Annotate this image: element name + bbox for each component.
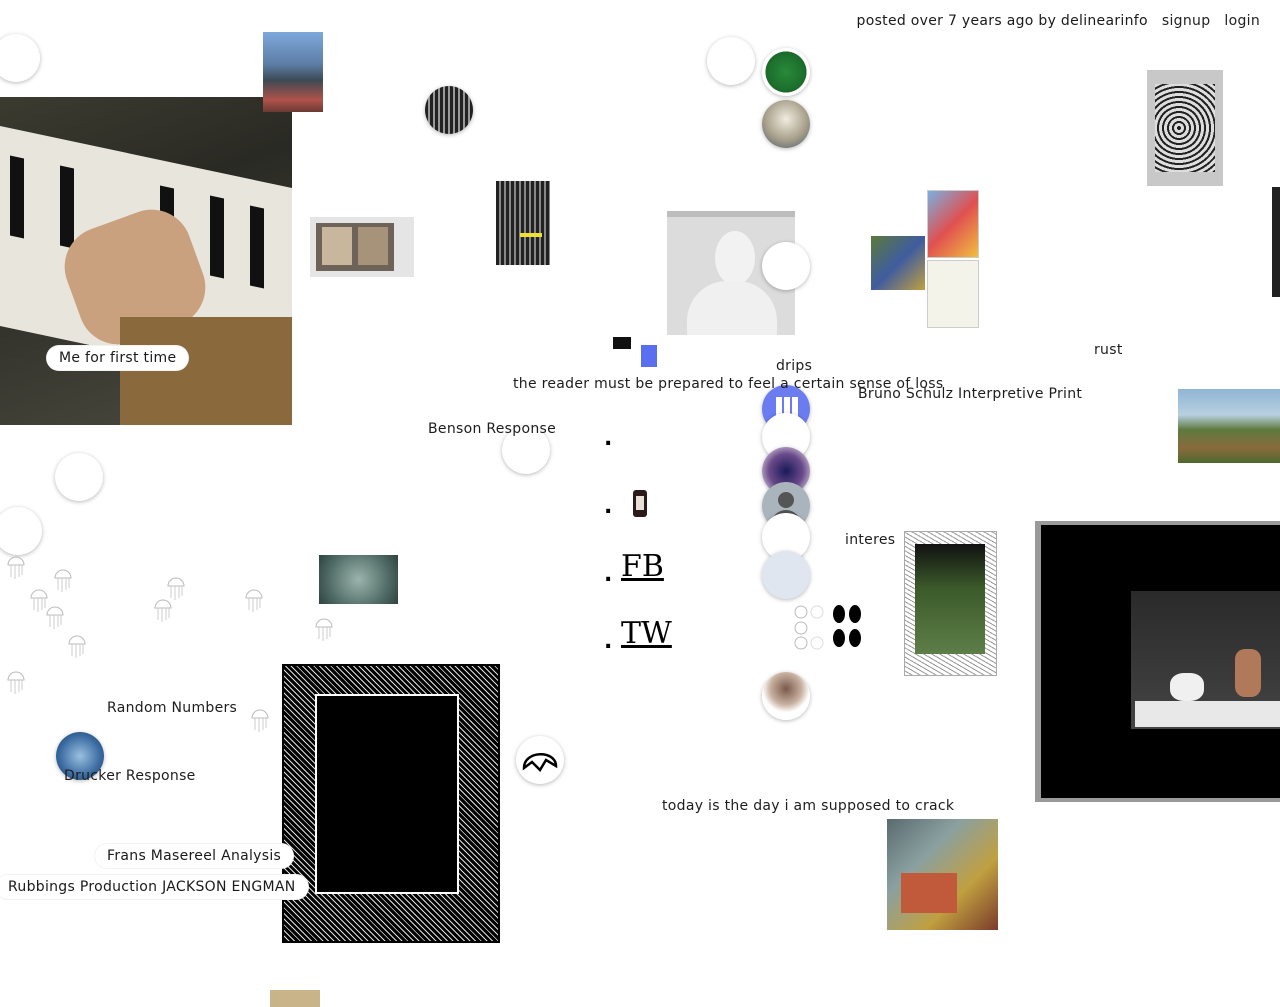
empty-circle[interactable] — [707, 37, 755, 85]
bullet: . — [604, 562, 613, 587]
rock-circle[interactable] — [762, 672, 810, 720]
rust-label[interactable]: rust — [1094, 342, 1123, 358]
crack-day-label[interactable]: today is the day i am supposed to crack — [662, 798, 954, 814]
empty-circle[interactable] — [0, 34, 40, 82]
empty-circle[interactable] — [0, 507, 42, 555]
masereel-analysis-label[interactable]: Frans Masereel Analysis — [95, 844, 294, 868]
jellyfish-icon — [68, 635, 86, 658]
green-plant-circle[interactable] — [762, 48, 810, 96]
bullet: . — [604, 629, 613, 654]
jellyfish-icon — [46, 606, 64, 629]
ornate-frame-thumbnail[interactable] — [282, 664, 500, 943]
drips-label[interactable]: drips — [776, 358, 812, 374]
bullet: . — [604, 494, 613, 519]
jellyfish-icon — [245, 589, 263, 612]
fb-link[interactable]: FB — [621, 549, 664, 584]
ornate-garden-thumbnail[interactable] — [904, 531, 997, 676]
ghost-hand-thumbnail[interactable] — [319, 555, 398, 604]
tw-link[interactable]: TW — [621, 616, 672, 651]
empty-circle[interactable] — [55, 453, 103, 501]
jellyfish-icon — [7, 556, 25, 579]
document-circle[interactable] — [762, 551, 810, 599]
etching-thumbnail[interactable] — [1147, 70, 1223, 186]
schulz-print-label[interactable]: Bruno Schulz Interpretive Print — [858, 386, 1082, 402]
me-first-time-label[interactable]: Me for first time — [47, 346, 189, 370]
top-nav: posted over 7 years ago by delinearinfo … — [857, 13, 1260, 29]
jellyfish-icon — [54, 569, 72, 592]
benson-response-label[interactable]: Benson Response — [428, 421, 556, 437]
small-collage-icon[interactable] — [613, 337, 660, 369]
jellyfish-icon — [7, 671, 25, 694]
empty-circle[interactable] — [762, 242, 810, 290]
mountains-thumbnail[interactable] — [1178, 389, 1280, 463]
bottom-fragment-thumbnail[interactable] — [270, 990, 320, 1007]
industrial-photo-thumbnail[interactable] — [263, 32, 323, 112]
jellyfish-icon — [154, 599, 172, 622]
drucker-response-label[interactable]: Drucker Response — [64, 768, 196, 784]
posted-info: posted over 7 years ago by delinearinfo — [856, 13, 1148, 29]
jellyfish-icon — [251, 709, 269, 732]
bullet: . — [604, 426, 613, 451]
collage-thumbnail[interactable] — [871, 184, 981, 332]
edge-thumbnail[interactable] — [1272, 187, 1280, 297]
signup-link[interactable]: signup — [1162, 13, 1211, 29]
rubbings-production-label[interactable]: Rubbings Production JACKSON ENGMAN — [0, 875, 308, 899]
login-link[interactable]: login — [1224, 13, 1260, 29]
interes-label[interactable]: interes — [845, 532, 895, 548]
building-pattern-thumbnail[interactable] — [496, 181, 550, 265]
footprints-icon[interactable] — [793, 604, 865, 650]
collage-portrait-thumbnail[interactable] — [887, 819, 998, 930]
building-circle[interactable] — [425, 86, 473, 134]
book-photo-thumbnail[interactable] — [310, 217, 414, 277]
jellyfish-icon — [315, 618, 333, 641]
small-figure-icon[interactable] — [633, 490, 647, 517]
cat-circle[interactable] — [762, 100, 810, 148]
piano-video-thumbnail[interactable] — [0, 97, 292, 425]
random-numbers-label[interactable]: Random Numbers — [107, 700, 237, 716]
croissant-circle[interactable] — [516, 736, 564, 784]
elephant-video-thumbnail[interactable] — [1035, 521, 1280, 802]
